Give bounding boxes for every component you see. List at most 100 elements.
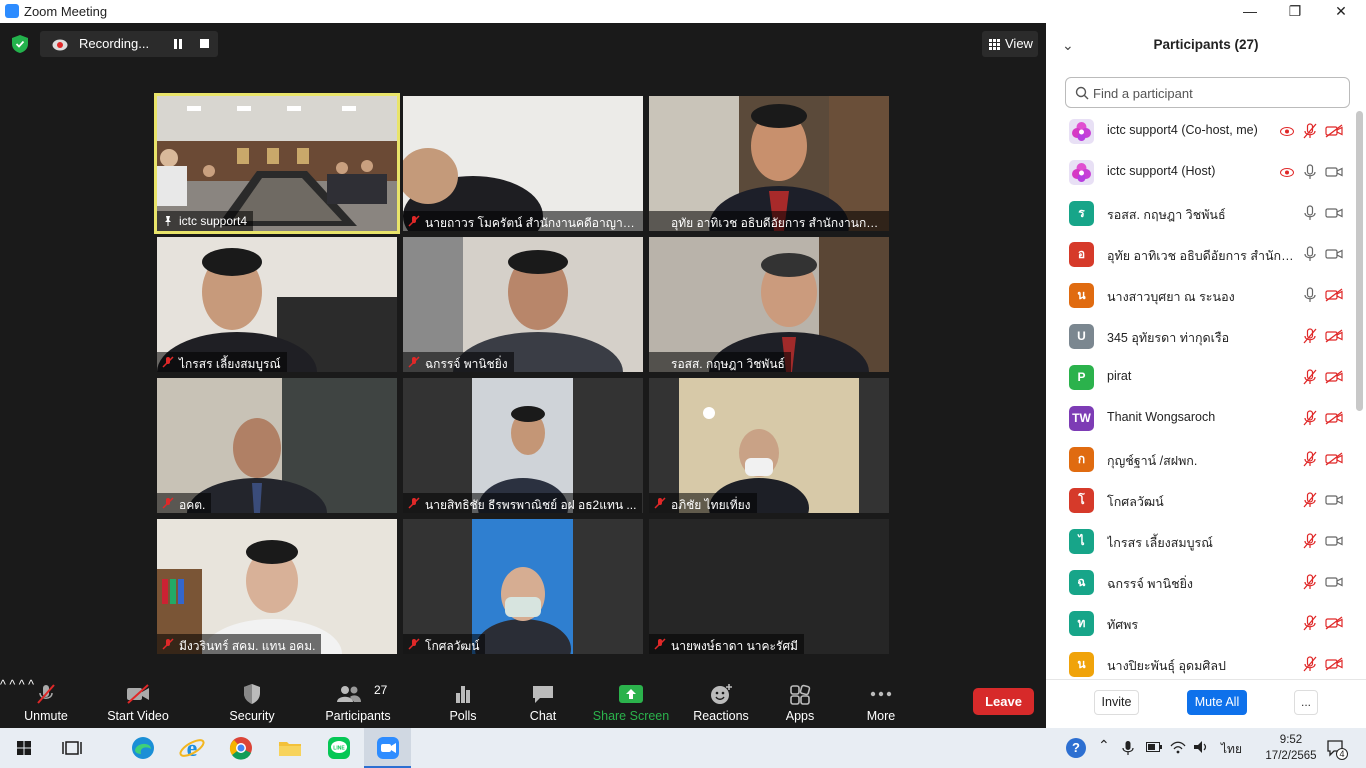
polls-bar-icon — [456, 686, 470, 703]
mic-muted-icon[interactable] — [1303, 369, 1317, 385]
video-icon[interactable] — [1325, 534, 1343, 548]
apps-button[interactable]: Apps — [778, 680, 822, 726]
input-language-indicator[interactable]: ไทย — [1221, 740, 1242, 759]
mic-muted-icon[interactable] — [1303, 123, 1317, 139]
participants-button[interactable]: 27 Participants — [322, 680, 394, 726]
video-off-icon[interactable] — [1325, 452, 1343, 466]
video-tile[interactable]: นายถาวร โมครัตน์ สำนักงานคดีอาญามีนบุรี — [403, 96, 643, 231]
unmute-button[interactable]: Unmute — [15, 680, 77, 726]
participant-avatar: โ — [1069, 488, 1094, 513]
security-button[interactable]: Security — [224, 680, 280, 726]
edge-browser-icon[interactable] — [129, 734, 157, 762]
audio-options-chevron-icon[interactable]: ^ — [0, 678, 6, 692]
battery-icon[interactable] — [1146, 742, 1162, 752]
video-tile[interactable]: อคต. — [157, 378, 397, 513]
help-icon[interactable]: ? — [1066, 738, 1086, 758]
video-off-icon[interactable] — [1325, 411, 1343, 425]
minimize-button[interactable]: — — [1227, 0, 1273, 23]
mic-icon[interactable] — [1303, 164, 1317, 180]
polls-button[interactable]: Polls — [440, 680, 486, 726]
close-button[interactable]: ✕ — [1318, 0, 1364, 23]
panel-more-button[interactable]: ... — [1294, 690, 1318, 715]
pause-recording-icon[interactable] — [172, 38, 184, 50]
video-off-icon[interactable] — [1325, 124, 1343, 138]
video-tile[interactable]: ฉกรรจ์ พานิชยิ่ง — [403, 237, 643, 372]
task-view-icon[interactable] — [58, 734, 86, 762]
volume-icon[interactable] — [1193, 740, 1209, 754]
video-off-icon[interactable] — [1325, 370, 1343, 384]
participants-label: Participants — [325, 709, 391, 723]
encryption-shield-icon[interactable] — [12, 35, 28, 53]
wifi-icon[interactable] — [1170, 740, 1186, 754]
video-tile[interactable]: อภิชัย ไทยเที่ยง — [649, 378, 889, 513]
restore-button[interactable]: ❐ — [1272, 0, 1318, 23]
video-tile[interactable]: ไกรสร เลี้ยงสมบูรณ์ — [157, 237, 397, 372]
zoom-taskbar-active[interactable] — [364, 728, 411, 768]
more-button[interactable]: More — [858, 680, 904, 726]
participant-row[interactable]: อ อุทัย อาทิเวช อธิบดีอัยการ สำนักงาน... — [1046, 234, 1356, 275]
participant-row[interactable]: โ โกศลวัฒน์ — [1046, 480, 1356, 521]
participant-row[interactable]: ร รอสส. กฤษฎา วิชพันธ์ — [1046, 193, 1356, 234]
participant-row[interactable]: ก กุญช์ฐาน์ /สฝพก. — [1046, 439, 1356, 480]
start-video-button[interactable]: Start Video — [104, 680, 172, 726]
video-tile[interactable]: โกศลวัฒน์ — [403, 519, 643, 654]
mic-muted-icon[interactable] — [1303, 492, 1317, 508]
participant-row[interactable]: น นางสาวบุศยา ณ ระนอง — [1046, 275, 1356, 316]
chat-button[interactable]: Chat — [520, 680, 566, 726]
chrome-browser-icon[interactable] — [227, 734, 255, 762]
participant-name: ไกรสร เลี้ยงสมบูรณ์ — [1107, 536, 1213, 550]
video-off-icon[interactable] — [1325, 329, 1343, 343]
mic-muted-icon[interactable] — [1303, 451, 1317, 467]
view-button[interactable]: View — [982, 31, 1038, 57]
microphone-tray-icon[interactable] — [1122, 740, 1134, 756]
video-off-icon[interactable] — [1325, 288, 1343, 302]
mic-icon[interactable] — [1303, 287, 1317, 303]
video-icon[interactable] — [1325, 206, 1343, 220]
video-icon[interactable] — [1325, 165, 1343, 179]
video-icon[interactable] — [1325, 493, 1343, 507]
taskbar-clock[interactable]: 9:52 17/2/2565 — [1262, 732, 1320, 764]
participant-row[interactable]: ไ ไกรสร เลี้ยงสมบูรณ์ — [1046, 521, 1356, 562]
share-screen-button[interactable]: Share Screen — [592, 680, 670, 726]
tile-name: นายพงษ์ธาดา นาคะรัศมี — [649, 634, 804, 654]
mic-icon[interactable] — [1303, 205, 1317, 221]
windows-start-icon[interactable] — [10, 734, 38, 762]
participant-row[interactable]: ictc support4 (Host) — [1046, 152, 1356, 193]
participant-row[interactable]: U 345 อุทัยรดา ท่ากุดเรือ — [1046, 316, 1356, 357]
mic-icon[interactable] — [1303, 246, 1317, 262]
participant-search-input[interactable] — [1093, 84, 1343, 102]
video-tile[interactable]: อุทัย อาทิเวช อธิบดีอัยการ สำนักงานการสอ… — [649, 96, 889, 231]
video-tile[interactable]: นายสิทธิชัย ธีรพรพาณิชย์ อฝ อธ2แทน ... — [403, 378, 643, 513]
internet-explorer-icon[interactable]: e — [178, 734, 206, 762]
tray-expand-chevron-icon[interactable]: ⌃ — [1098, 737, 1110, 754]
participant-row[interactable]: ฉ ฉกรรจ์ พานิชยิ่ง — [1046, 562, 1356, 603]
reactions-button[interactable]: Reactions — [692, 680, 750, 726]
participant-row[interactable]: Ppirat — [1046, 357, 1356, 398]
participant-row[interactable]: ท ทัศพร — [1046, 603, 1356, 644]
mic-muted-icon[interactable] — [1303, 615, 1317, 631]
mic-muted-icon[interactable] — [1303, 574, 1317, 590]
video-icon[interactable] — [1325, 247, 1343, 261]
participant-row[interactable]: TW Thanit Wongsaroch — [1046, 398, 1356, 439]
participant-row[interactable]: น นางปิยะพันธุ์ อุดมศิลป — [1046, 644, 1356, 679]
video-tile[interactable]: รอสส. กฤษฎา วิชพันธ์ — [649, 237, 889, 372]
video-icon[interactable] — [1325, 575, 1343, 589]
mic-muted-icon[interactable] — [1303, 410, 1317, 426]
leave-button[interactable]: Leave — [973, 688, 1034, 715]
invite-button[interactable]: Invite — [1094, 690, 1139, 715]
video-off-icon[interactable] — [1325, 616, 1343, 630]
line-app-icon[interactable]: LINE — [325, 734, 353, 762]
video-tile[interactable]: นายพงษ์ธาดา นาคะรัศมี — [649, 519, 889, 654]
mic-muted-icon[interactable] — [1303, 656, 1317, 672]
mute-all-button[interactable]: Mute All — [1187, 690, 1247, 715]
file-explorer-icon[interactable] — [276, 734, 304, 762]
participants-scrollbar[interactable] — [1356, 111, 1363, 411]
stop-recording-icon[interactable] — [200, 39, 209, 48]
video-tile[interactable]: ictc support4 — [154, 93, 400, 234]
video-off-icon[interactable] — [1325, 657, 1343, 671]
video-tile[interactable]: มีงวรินทร์ สคม. แทน อคม. — [157, 519, 397, 654]
mic-muted-icon[interactable] — [1303, 328, 1317, 344]
participant-name: นางสาวบุศยา ณ ระนอง — [1107, 290, 1235, 304]
participant-row[interactable]: ictc support4 (Co-host, me) — [1046, 111, 1356, 152]
mic-muted-icon[interactable] — [1303, 533, 1317, 549]
